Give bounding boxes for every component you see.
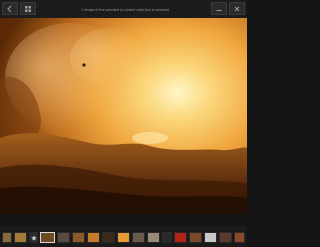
filmstrip-thumbnail[interactable]: [87, 232, 100, 243]
filmstrip-thumbnail[interactable]: [174, 232, 187, 243]
filmstrip-thumbnail[interactable]: [219, 232, 232, 243]
filmstrip-thumbnail-selected[interactable]: [40, 232, 55, 243]
image-viewer[interactable]: [0, 18, 247, 214]
filmstrip-thumbnail[interactable]: [204, 232, 217, 243]
filmstrip-thumbnail[interactable]: [117, 232, 130, 243]
back-icon: [7, 5, 12, 12]
filmstrip-thumbnail[interactable]: [234, 232, 245, 243]
back-button[interactable]: [2, 2, 18, 15]
filmstrip-thumbnail[interactable]: [14, 232, 27, 243]
grid-view-button[interactable]: [20, 2, 36, 15]
minimize-button[interactable]: [211, 2, 227, 15]
filmstrip-thumbnail[interactable]: [102, 232, 115, 243]
filmstrip-thumbnail[interactable]: [132, 232, 145, 243]
close-icon: [234, 6, 240, 11]
filmstrip-thumbnail[interactable]: [72, 232, 85, 243]
filmstrip-thumbnail[interactable]: [2, 232, 12, 243]
filmstrip-thumbnail[interactable]: [147, 232, 160, 243]
star-icon: [30, 234, 37, 241]
separator: [0, 214, 247, 226]
filmstrip: [0, 226, 247, 247]
filmstrip-thumbnail[interactable]: [189, 232, 202, 243]
filmstrip-thumbnail[interactable]: [57, 232, 70, 243]
grid-icon: [25, 5, 31, 12]
lava-photo: [0, 18, 247, 214]
minimize-icon: [216, 9, 222, 11]
filmstrip-thumbnail[interactable]: [162, 232, 172, 243]
filmstrip-thumbnail[interactable]: [29, 232, 38, 243]
status-caption: 1 image of the selected in current selec…: [81, 8, 169, 12]
title-bar: 1 image of the selected in current selec…: [0, 0, 247, 18]
close-button[interactable]: [229, 2, 245, 15]
